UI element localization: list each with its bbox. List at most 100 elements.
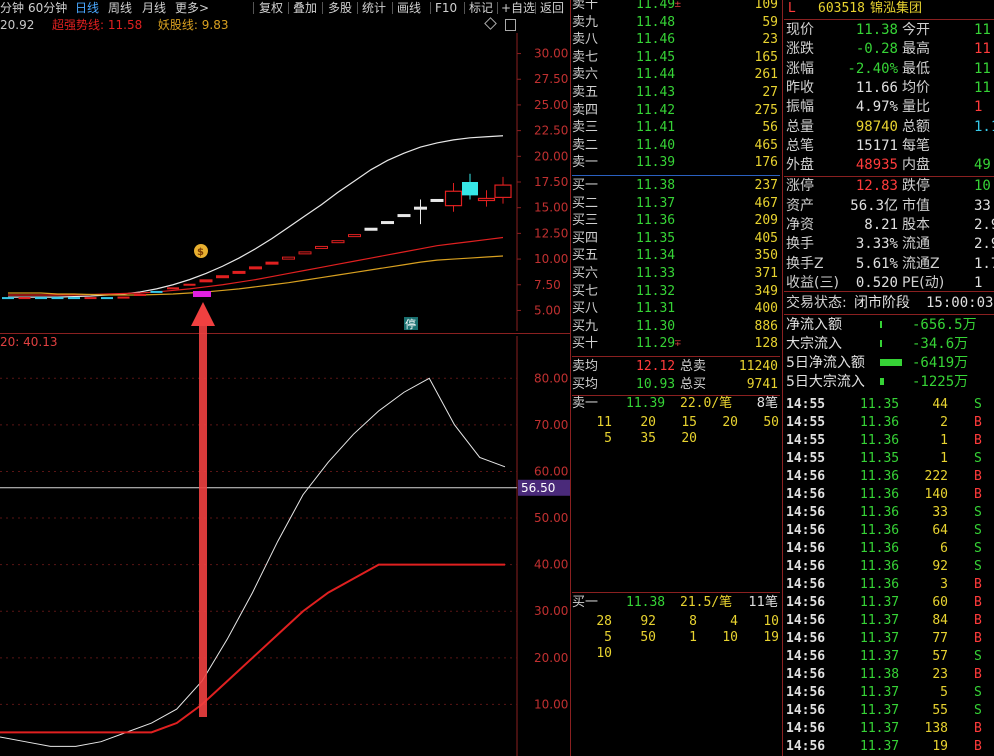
tick-list[interactable]: 14:55 11.35 44 S 14:55 11.36 2 B 14:55 11.36 1 B 14:… [784, 396, 994, 756]
ask-row-0[interactable]: 卖十 11.49 ±109 [572, 0, 780, 14]
bid-label: 买五 [572, 248, 599, 264]
tick-time: 14:56 [786, 469, 826, 484]
sub-series-line-1 [0, 563, 505, 734]
toolbar-separator [497, 2, 498, 14]
main-kline-chart[interactable]: 30.00 27.50 25.00 22.50 20.00 17.50 15.00 12.50… [0, 33, 570, 331]
bid-row-8[interactable]: 买九 11.30 886 [572, 318, 780, 336]
tick-side: S [974, 451, 982, 466]
queue-sell-header: 卖一 11.39 22.0/笔 8笔 [572, 395, 780, 413]
tick-row-16[interactable]: 14:56 11.37 5 S [784, 684, 994, 702]
ask-row-6[interactable]: 卖四 11.42 275 [572, 102, 780, 120]
tick-row-14[interactable]: 14:56 11.37 57 S [784, 648, 994, 666]
bid-row-5[interactable]: 买六 11.33 371 [572, 265, 780, 283]
ask-row-9[interactable]: 卖一 11.39 176 [572, 154, 780, 172]
ask-row-4[interactable]: 卖六 11.44 261 [572, 66, 780, 84]
bid-label: 买四 [572, 230, 599, 246]
demon-stock-line-label: 妖股线: 9.83 [157, 18, 229, 32]
tick-row-2[interactable]: 14:55 11.36 1 B [784, 432, 994, 450]
quote-value-2: 2.9 [974, 217, 994, 233]
ask-price: 11.46 [636, 32, 676, 48]
tick-row-10[interactable]: 14:56 11.36 3 B [784, 576, 994, 594]
bid-row-4[interactable]: 买五 11.34 350 [572, 247, 780, 265]
tick-volume: 57 [932, 649, 948, 664]
tick-row-19[interactable]: 14:56 11.37 19 B [784, 738, 994, 756]
tick-price: 11.37 [860, 685, 900, 700]
tick-row-17[interactable]: 14:56 11.37 55 S [784, 702, 994, 720]
quote-value: 0.520 [855, 274, 898, 291]
quote-field-row-2: 涨幅 -2.40% 最低 11 [784, 60, 994, 78]
toolbar-item-11[interactable]: F10 [435, 0, 457, 16]
quote-label: 换手 [786, 236, 814, 253]
ask-row-1[interactable]: 卖九 11.48 59 [572, 14, 780, 32]
main-series-line-2 [8, 255, 504, 296]
ask-label: 卖三 [572, 120, 599, 136]
ask-row-5[interactable]: 卖五 11.43 27 [572, 84, 780, 102]
main-axis-tick-label: 17.50 [534, 175, 568, 189]
bid-row-9[interactable]: 买十 11.29 ∓ 128 [572, 335, 780, 353]
queue-buy-order: 8 [689, 614, 697, 629]
toolbar-item-4[interactable]: 月线 [142, 0, 166, 16]
toolbar-item-14[interactable]: 返回 [540, 0, 564, 16]
flow-label: 净流入额 [786, 317, 842, 333]
tick-row-12[interactable]: 14:56 11.37 84 B [784, 612, 994, 630]
toolbar-item-7[interactable]: 叠加 [293, 0, 317, 16]
indicator-diamond-icon[interactable] [484, 17, 497, 30]
candle [414, 206, 427, 210]
tick-time: 14:56 [786, 667, 826, 682]
bid-row-6[interactable]: 买七 11.32 349 [572, 283, 780, 301]
tick-row-11[interactable]: 14:56 11.37 60 B [784, 594, 994, 612]
ask-row-7[interactable]: 卖三 11.41 56 [572, 119, 780, 137]
bid-volume: 405 [754, 230, 778, 246]
tick-row-5[interactable]: 14:56 11.36 140 B [784, 486, 994, 504]
ask-row-3[interactable]: 卖七 11.45 165 [572, 49, 780, 67]
avg-buy-label: 买均 [572, 377, 599, 392]
toolbar-item-13[interactable]: +自选 [501, 0, 535, 16]
up-arrow-icon [191, 302, 215, 717]
toolbar-item-8[interactable]: 多股 [328, 0, 352, 16]
ask-row-8[interactable]: 卖二 11.40 465 [572, 137, 780, 155]
bid-row-2[interactable]: 买三 11.36 209 [572, 212, 780, 230]
quote-field-row-13: 收益(三) 0.520 PE(动) 1 [784, 274, 994, 292]
tick-row-3[interactable]: 14:55 11.35 1 S [784, 450, 994, 468]
toolbar-item-10[interactable]: 画线 [397, 0, 421, 16]
tick-row-8[interactable]: 14:56 11.36 6 S [784, 540, 994, 558]
ask-row-2[interactable]: 卖八 11.46 23 [572, 31, 780, 49]
toolbar-item-9[interactable]: 统计 [362, 0, 386, 16]
tick-row-4[interactable]: 14:56 11.36 222 B [784, 468, 994, 486]
bid-row-1[interactable]: 买二 11.37 467 [572, 195, 780, 213]
tick-price: 11.36 [860, 577, 900, 592]
queue-buy-order: 10 [596, 646, 612, 661]
toolbar-item-6[interactable]: 复权 [259, 0, 283, 16]
tick-row-18[interactable]: 14:56 11.37 138 B [784, 720, 994, 738]
toolbar-item-3[interactable]: 周线 [108, 0, 132, 16]
tick-row-7[interactable]: 14:56 11.36 64 S [784, 522, 994, 540]
toolbar-item-2[interactable]: 日线 [75, 0, 99, 16]
tick-side: S [974, 649, 982, 664]
toolbar-item-12[interactable]: 标记 [469, 0, 493, 16]
main-axis-tick-label: 5.00 [534, 303, 561, 317]
toolbar-item-1[interactable]: 60分钟 [28, 0, 67, 16]
main-axis-tick-label: 7.50 [534, 278, 561, 292]
sub-indicator-chart[interactable]: 80.00 70.00 60.00 50.00 40.00 30.00 20.00 10.00… [0, 336, 570, 756]
tick-volume: 3 [940, 577, 948, 592]
toolbar-item-5[interactable]: 更多> [175, 0, 209, 16]
tick-row-15[interactable]: 14:56 11.38 23 B [784, 666, 994, 684]
tick-row-1[interactable]: 14:55 11.36 2 B [784, 414, 994, 432]
tick-row-9[interactable]: 14:56 11.36 92 S [784, 558, 994, 576]
bid-row-3[interactable]: 买四 11.35 405 [572, 230, 780, 248]
stock-header: L 603518 锦泓集团 [784, 0, 994, 18]
quote-value: 5.61% [855, 255, 898, 272]
tick-row-13[interactable]: 14:56 11.37 77 B [784, 630, 994, 648]
queue-sell-label: 卖一 [572, 396, 599, 411]
tick-time: 14:55 [786, 415, 826, 430]
tick-volume: 77 [932, 631, 948, 646]
bid-row-0[interactable]: 买一 11.38 237 [572, 177, 780, 195]
bid-row-7[interactable]: 买八 11.31 400 [572, 300, 780, 318]
main-axis-tick-label: 10.00 [534, 252, 568, 266]
toolbar-item-0[interactable]: 分钟 [0, 0, 24, 16]
indicator-scroll-box[interactable] [505, 19, 516, 31]
tick-row-6[interactable]: 14:56 11.36 33 S [784, 504, 994, 522]
ask-label: 卖九 [572, 14, 599, 30]
tick-row-0[interactable]: 14:55 11.35 44 S [784, 396, 994, 414]
toolbar-separator [357, 2, 358, 14]
